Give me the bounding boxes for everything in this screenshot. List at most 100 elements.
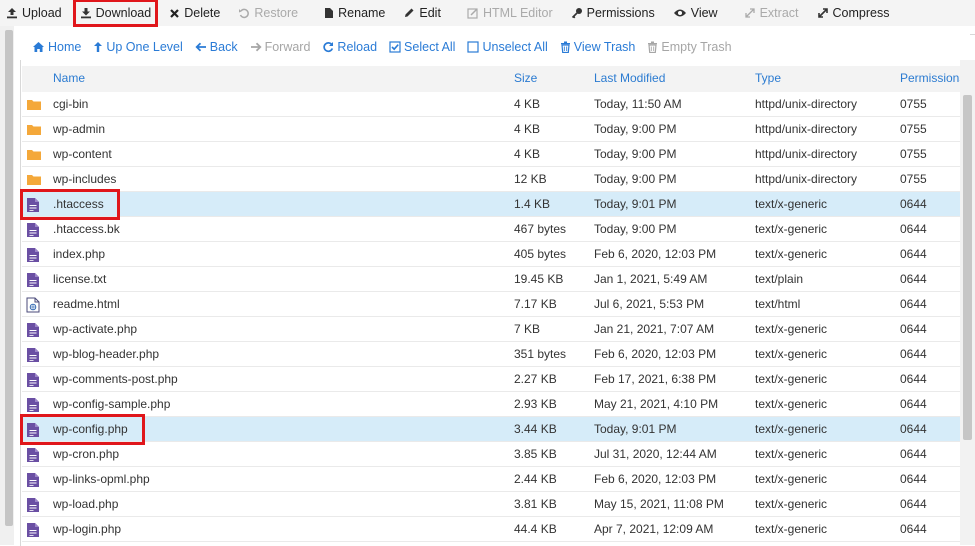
html-editor-button[interactable]: HTML Editor (461, 0, 559, 26)
file-row[interactable]: .htaccess 1.4 KB Today, 9:01 PM text/x-gene… (20, 189, 962, 220)
left-scrollbar-thumb[interactable] (5, 30, 13, 526)
file-type-cell: text/x-generic (755, 497, 828, 511)
permissions-button[interactable]: Permissions (565, 0, 661, 26)
checkbox-checked-icon (389, 41, 404, 53)
file-row[interactable]: wp-comments-post.php 2.27 KB Feb 17, 2021,… (22, 367, 962, 392)
file-type-cell: text/x-generic (755, 422, 828, 436)
file-name-cell[interactable]: .htaccess.bk (53, 217, 120, 242)
file-row[interactable]: .htaccess.bk 467 bytes Today, 9:00 PM text/… (22, 217, 962, 242)
file-name-cell[interactable]: wp-comments-post.php (53, 367, 178, 392)
file-name-cell[interactable]: index.php (53, 242, 105, 267)
file-size-cell: 467 bytes (514, 222, 567, 236)
file-modified-cell: Today, 11:50 AM (594, 97, 682, 111)
file-name-cell[interactable]: wp-includes (53, 167, 116, 192)
file-name-cell[interactable]: wp-blog-header.php (53, 342, 159, 367)
file-row[interactable]: wp-content 4 KB Today, 9:00 PM httpd/unix-d… (22, 142, 962, 167)
file-perms-cell: 0644 (900, 522, 927, 536)
forward-button[interactable]: Forward (244, 34, 317, 60)
file-name-cell[interactable]: wp-links-opml.php (53, 467, 150, 492)
file-name-cell[interactable]: wp-cron.php (53, 442, 119, 467)
up-one-level-label: Up One Level (106, 40, 183, 54)
column-header-type[interactable]: Type (755, 66, 781, 92)
file-name-cell[interactable]: wp-config-sample.php (53, 392, 170, 417)
file-name-cell[interactable]: wp-login.php (53, 517, 121, 542)
file-icon (26, 247, 42, 263)
extract-icon (744, 7, 760, 19)
back-button[interactable]: Back (189, 34, 244, 60)
view-trash-button[interactable]: View Trash (554, 34, 642, 60)
upload-label: Upload (22, 6, 62, 20)
file-row[interactable]: license.txt 19.45 KB Jan 1, 2021, 5:49 AM t… (22, 267, 962, 292)
file-modified-cell: Today, 9:01 PM (594, 422, 677, 436)
edit-button[interactable]: Edit (397, 0, 447, 26)
file-perms-cell: 0644 (900, 322, 927, 336)
right-scrollbar-thumb[interactable] (963, 95, 972, 440)
file-name-cell[interactable]: license.txt (53, 267, 106, 292)
file-row[interactable]: wp-load.php 3.81 KB May 15, 2021, 11:08 PM… (22, 492, 962, 517)
file-name-cell[interactable]: wp-load.php (53, 492, 118, 517)
file-row[interactable]: wp-config-sample.php 2.93 KB May 21, 2021,… (22, 392, 962, 417)
up-one-level-button[interactable]: Up One Level (87, 34, 188, 60)
unselect-all-button[interactable]: Unselect All (461, 34, 553, 60)
checkbox-empty-icon (467, 41, 482, 53)
file-modified-cell: Feb 6, 2020, 12:03 PM (594, 247, 717, 261)
reload-button[interactable]: Reload (316, 34, 383, 60)
home-button[interactable]: Home (26, 34, 87, 60)
file-name-cell[interactable]: cgi-bin (53, 92, 88, 117)
file-type-cell: httpd/unix-directory (755, 97, 858, 111)
view-button[interactable]: View (667, 0, 724, 26)
file-name-cell[interactable]: .htaccess (53, 192, 104, 217)
file-row[interactable]: wp-links-opml.php 2.44 KB Feb 6, 2020, 12:… (22, 467, 962, 492)
column-header-last-modified[interactable]: Last Modified (594, 66, 665, 92)
file-modified-cell: Jan 21, 2021, 7:07 AM (594, 322, 715, 336)
select-all-label: Select All (404, 40, 456, 54)
file-row[interactable]: wp-login.php 44.4 KB Apr 7, 2021, 12:09 AM… (22, 517, 962, 542)
delete-button[interactable]: Delete (163, 0, 226, 26)
file-name-cell[interactable]: wp-admin (53, 117, 105, 142)
file-name-cell[interactable]: wp-config.php (53, 417, 128, 442)
file-modified-cell: Today, 9:00 PM (594, 172, 677, 186)
file-row[interactable]: wp-includes 12 KB Today, 9:00 PM httpd/unix… (22, 167, 962, 192)
upload-icon (6, 7, 22, 19)
file-row[interactable]: wp-config.php 3.44 KB Today, 9:01 PM text/x… (20, 414, 962, 445)
delete-label: Delete (184, 6, 221, 20)
html-file-icon (26, 297, 42, 313)
file-row[interactable]: index.php 405 bytes Feb 6, 2020, 12:03 PM t… (22, 242, 962, 267)
column-header-permissions[interactable]: Permissions (900, 66, 965, 92)
file-icon (26, 397, 42, 413)
file-row[interactable]: readme.html 7.17 KB Jul 6, 2021, 5:53 PM te… (22, 292, 962, 317)
file-type-cell: httpd/unix-directory (755, 122, 858, 136)
home-label: Home (48, 40, 82, 54)
file-size-cell: 7 KB (514, 322, 541, 336)
column-header-name[interactable]: Name (53, 66, 85, 92)
file-row[interactable]: cgi-bin 4 KB Today, 11:50 AM httpd/unix-dir… (22, 92, 962, 117)
select-all-button[interactable]: Select All (383, 34, 461, 60)
file-name-cell[interactable]: readme.html (53, 292, 120, 317)
file-name-cell[interactable]: wp-content (53, 142, 112, 167)
file-row[interactable]: wp-cron.php 3.85 KB Jul 31, 2020, 12:44 AM… (22, 442, 962, 467)
html-editor-icon (467, 7, 483, 19)
key-icon (571, 7, 587, 19)
upload-button[interactable]: Upload (0, 0, 68, 26)
download-button[interactable]: Download (72, 0, 159, 27)
file-row[interactable]: wp-admin 4 KB Today, 9:00 PM httpd/unix-dir… (22, 117, 962, 142)
extract-button[interactable]: Extract (738, 0, 805, 26)
extract-label: Extract (759, 6, 799, 20)
file-type-cell: text/x-generic (755, 447, 828, 461)
file-row[interactable]: wp-activate.php 7 KB Jan 21, 2021, 7:07 AM… (22, 317, 962, 342)
file-perms-cell: 0644 (900, 472, 927, 486)
forward-label: Forward (264, 40, 311, 54)
rename-button[interactable]: Rename (318, 0, 391, 26)
restore-button[interactable]: Restore (232, 0, 304, 26)
compress-button[interactable]: Compress (811, 0, 896, 26)
file-name-cell[interactable]: wp-activate.php (53, 317, 137, 342)
empty-trash-button[interactable]: Empty Trash (641, 34, 737, 60)
file-icon (26, 522, 42, 538)
file-modified-cell: May 15, 2021, 11:08 PM (594, 497, 724, 511)
permissions-label: Permissions (586, 6, 655, 20)
file-icon (26, 222, 42, 238)
column-header-size[interactable]: Size (514, 66, 537, 92)
rename-icon (324, 7, 338, 19)
file-type-cell: text/x-generic (755, 522, 828, 536)
file-row[interactable]: wp-blog-header.php 351 bytes Feb 6, 2020, … (22, 342, 962, 367)
